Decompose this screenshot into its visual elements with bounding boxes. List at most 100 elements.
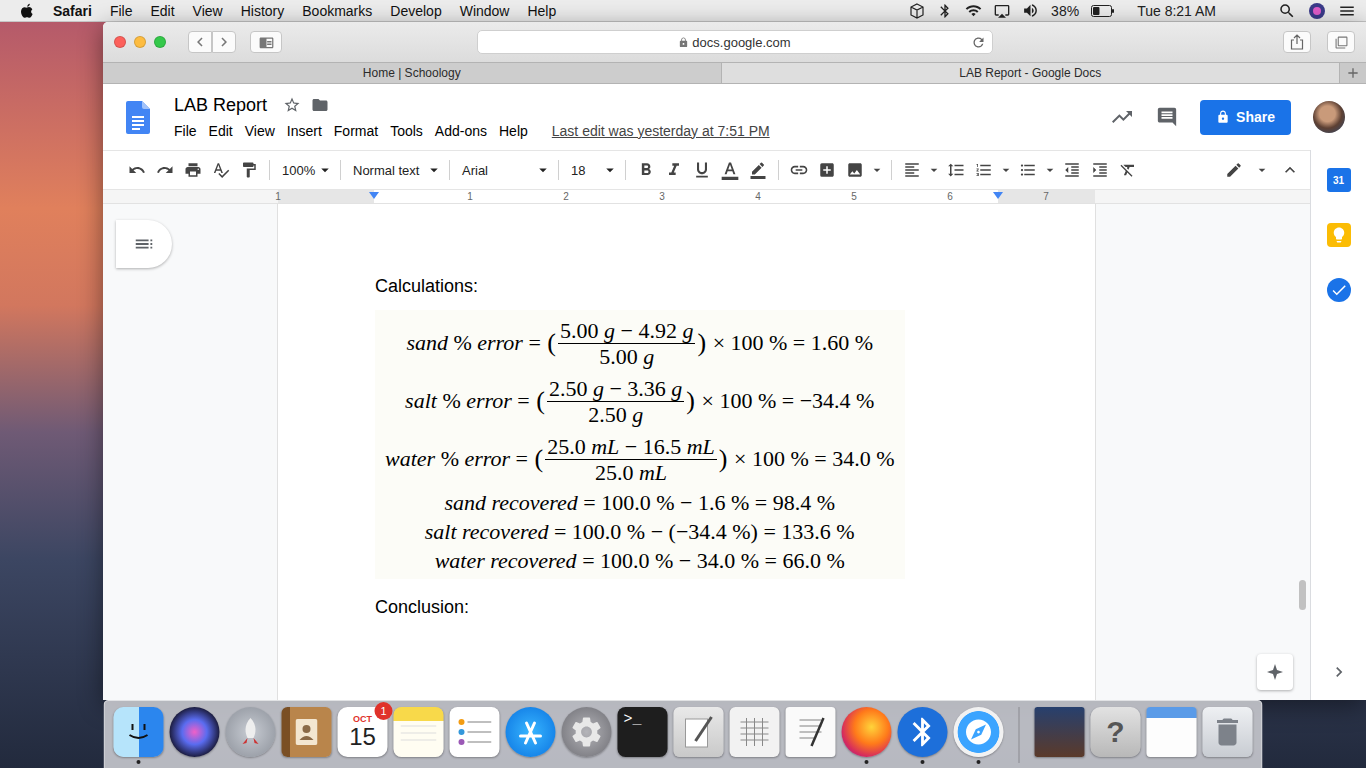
line-spacing-button[interactable] <box>942 156 970 184</box>
book-icon[interactable] <box>1035 707 1085 757</box>
app-menu[interactable]: Safari <box>44 3 101 19</box>
dock-item[interactable] <box>785 707 837 764</box>
dock-item[interactable] <box>281 707 333 764</box>
left-indent-marker[interactable] <box>369 192 379 199</box>
dock-item[interactable] <box>897 707 949 764</box>
dock-item[interactable] <box>113 707 165 764</box>
menu-item[interactable]: Develop <box>381 3 450 19</box>
menu-item[interactable]: Bookmarks <box>293 3 381 19</box>
dock-item[interactable]: ? <box>1090 707 1142 764</box>
folder-icon[interactable] <box>311 96 329 114</box>
star-icon[interactable] <box>283 96 301 114</box>
menu-item[interactable]: Window <box>451 3 519 19</box>
caret-icon[interactable] <box>1042 162 1058 178</box>
textedit-icon[interactable] <box>786 707 836 757</box>
indent-decrease-button[interactable] <box>1058 156 1086 184</box>
indent-increase-button[interactable] <box>1086 156 1114 184</box>
siri-icon[interactable] <box>1308 2 1326 20</box>
account-avatar[interactable] <box>1313 101 1345 133</box>
menu-item[interactable]: History <box>232 3 294 19</box>
calendar-icon[interactable]: 31 <box>1327 168 1351 192</box>
dock-item[interactable] <box>169 707 221 764</box>
highlight-button[interactable] <box>744 156 772 184</box>
notes-icon[interactable] <box>394 707 444 757</box>
dock-item[interactable] <box>841 707 893 764</box>
calendar-icon[interactable]: OCT151 <box>338 707 388 757</box>
caret-icon[interactable] <box>998 162 1014 178</box>
comment-icon[interactable] <box>1156 106 1178 128</box>
clear-formatting-button[interactable] <box>1114 156 1142 184</box>
dock-item[interactable] <box>953 707 1005 764</box>
last-edit-link[interactable]: Last edit was yesterday at 7:51 PM <box>552 123 770 139</box>
grapher-icon[interactable] <box>730 707 780 757</box>
undo-button[interactable] <box>123 156 151 184</box>
browser-tab[interactable]: LAB Report - Google Docs <box>722 63 1341 83</box>
dock-item[interactable] <box>561 707 613 764</box>
outline-button[interactable] <box>116 220 172 268</box>
align-left-button[interactable] <box>898 156 926 184</box>
tabs-overview-button[interactable] <box>1327 31 1355 53</box>
docs-menu-item[interactable]: View <box>239 122 281 140</box>
back-button[interactable] <box>188 31 212 53</box>
docs-menu-item[interactable]: Help <box>493 122 534 140</box>
style-dropdown[interactable]: Normal text <box>347 156 443 184</box>
new-tab-button[interactable] <box>1340 63 1366 83</box>
text-color-button[interactable] <box>716 156 744 184</box>
notification-center-icon[interactable] <box>1338 2 1356 20</box>
launchpad-icon[interactable] <box>226 707 276 757</box>
right-indent-marker[interactable] <box>993 192 1003 199</box>
contacts-icon[interactable] <box>282 707 332 757</box>
insert-comment-button[interactable] <box>813 156 841 184</box>
caret-icon[interactable] <box>926 162 942 178</box>
menu-item[interactable]: View <box>184 3 232 19</box>
bluetooth-icon[interactable] <box>937 3 953 19</box>
dock-item[interactable] <box>729 707 781 764</box>
dock-item[interactable] <box>1034 707 1086 764</box>
appstore-icon[interactable] <box>506 707 556 757</box>
minimize-button[interactable] <box>134 36 146 48</box>
dock-item[interactable]: >_ <box>617 707 669 764</box>
dock-item[interactable] <box>1146 707 1198 764</box>
docs-menu-item[interactable]: Edit <box>203 122 239 140</box>
dock-item[interactable] <box>225 707 277 764</box>
dock-item[interactable]: OCT151 <box>337 707 389 764</box>
bluetooth-icon[interactable] <box>898 707 948 757</box>
equation-block[interactable]: sand % error = (5.00 g − 4.92 g5.00 g) ×… <box>375 310 905 579</box>
document-title[interactable]: LAB Report <box>174 95 267 116</box>
docs-menu-item[interactable]: File <box>168 122 203 140</box>
italic-button[interactable] <box>660 156 688 184</box>
files-icon[interactable] <box>1147 707 1197 757</box>
explore-button[interactable] <box>1257 654 1293 690</box>
numbered-list-button[interactable] <box>970 156 998 184</box>
volume-icon[interactable] <box>1022 2 1039 19</box>
keep-icon[interactable] <box>1327 223 1351 247</box>
share-button[interactable] <box>1283 31 1311 53</box>
airplay-icon[interactable] <box>994 3 1010 19</box>
ruler-strip[interactable]: 11234567 <box>278 190 1095 203</box>
collapse-button[interactable] <box>1276 156 1304 184</box>
activity-icon[interactable] <box>1110 105 1134 129</box>
docs-logo-icon[interactable] <box>126 101 150 134</box>
wifi-icon[interactable] <box>965 2 982 19</box>
menu-item[interactable]: File <box>101 3 142 19</box>
caret-icon[interactable] <box>1254 162 1270 178</box>
menu-item[interactable]: Edit <box>141 3 183 19</box>
preview-icon[interactable] <box>674 707 724 757</box>
dock-item[interactable] <box>505 707 557 764</box>
settings-icon[interactable] <box>562 707 612 757</box>
zoom-button[interactable] <box>154 36 166 48</box>
expand-panel-button[interactable] <box>1329 662 1349 682</box>
clock[interactable]: Tue 8:21 AM <box>1137 3 1216 19</box>
siri-icon[interactable] <box>170 707 220 757</box>
menu-item[interactable]: Help <box>518 3 565 19</box>
sidebar-button[interactable] <box>250 31 282 53</box>
dock-item[interactable] <box>393 707 445 764</box>
browser-tab[interactable]: Home | Schoology <box>103 63 722 83</box>
print-button[interactable] <box>179 156 207 184</box>
help-icon[interactable]: ? <box>1091 707 1141 757</box>
reload-icon[interactable] <box>971 35 986 50</box>
font-size-dropdown[interactable]: 18 <box>565 156 619 184</box>
paint-format-button[interactable] <box>235 156 263 184</box>
zoom-dropdown[interactable]: 100% <box>276 156 334 184</box>
scroll-thumb[interactable] <box>1299 580 1306 610</box>
